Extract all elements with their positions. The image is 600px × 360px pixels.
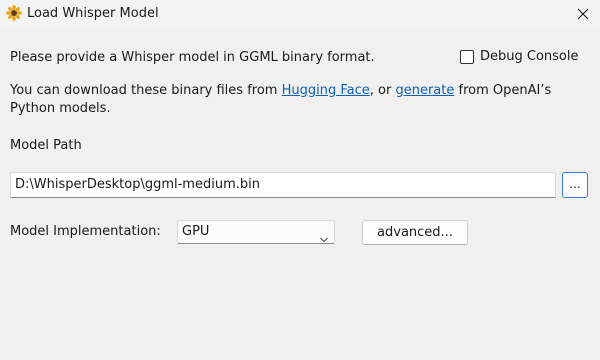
download-suffix: from OpenAI’s [454, 83, 552, 98]
window-title: Load Whisper Model [27, 6, 159, 21]
debug-console-checkbox[interactable]: Debug Console [460, 49, 579, 64]
generate-link[interactable]: generate [395, 83, 454, 98]
browse-button[interactable]: ... [562, 172, 588, 198]
close-icon [577, 8, 589, 20]
checkbox-box[interactable] [460, 49, 474, 64]
hugging-face-link[interactable]: Hugging Face [282, 83, 370, 98]
model-path-label: Model Path [10, 138, 82, 153]
close-button[interactable] [566, 0, 600, 28]
load-model-dialog: Load Whisper Model Please provide a Whis… [0, 0, 600, 360]
model-path-input[interactable]: D:\WhisperDesktop\ggml-medium.bin [10, 172, 556, 198]
selected-implementation: GPU [182, 224, 210, 239]
download-info-line2: Python models. [10, 101, 111, 116]
sunflower-icon [6, 5, 22, 21]
model-implementation-select[interactable]: GPU [177, 220, 335, 244]
intro-text: Please provide a Whisper model in GGML b… [10, 50, 375, 65]
model-implementation-label: Model Implementation: [10, 224, 161, 239]
advanced-button[interactable]: advanced... [362, 220, 468, 245]
chevron-down-icon [320, 229, 328, 243]
title-bar: Load Whisper Model [0, 0, 600, 28]
download-middle: , or [369, 83, 396, 98]
download-prefix: You can download these binary files from [10, 83, 282, 98]
download-info-line1: You can download these binary files from… [10, 83, 551, 98]
debug-console-label: Debug Console [480, 49, 579, 64]
